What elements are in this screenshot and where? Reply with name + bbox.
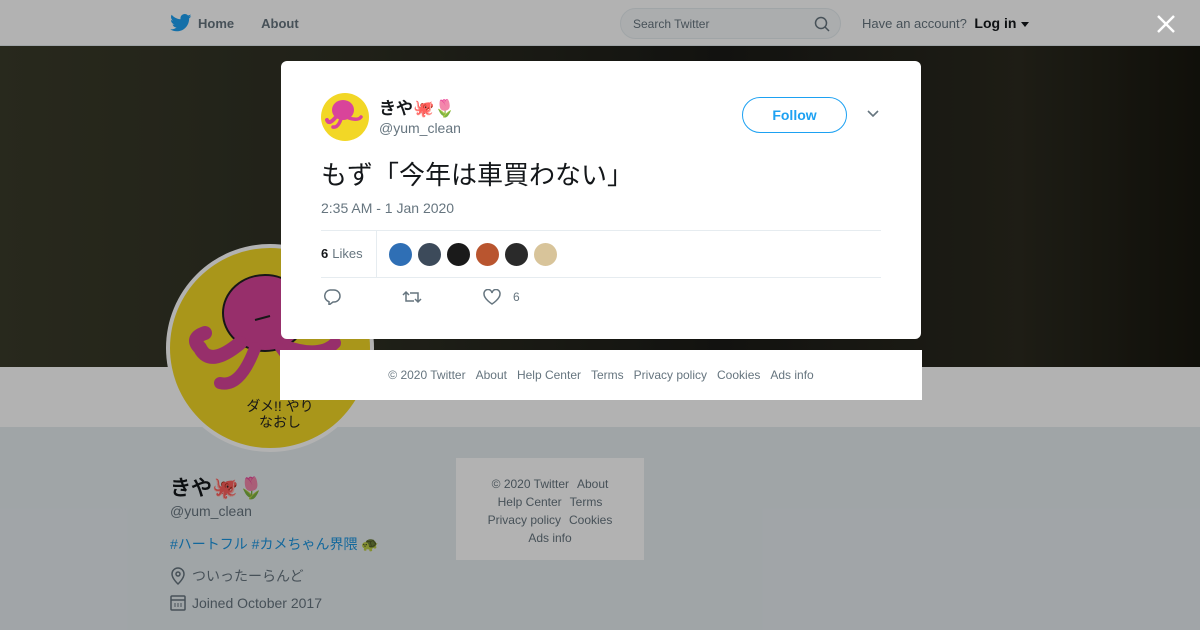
liker-avatar[interactable] [446, 242, 471, 267]
likes-label: Likes [332, 246, 363, 261]
retweet-icon [402, 290, 422, 304]
octopus-avatar-small [325, 100, 363, 129]
chevron-down-icon[interactable] [866, 109, 880, 119]
tweet-text: もず「今年は車買わない」 [321, 160, 634, 190]
tweet-author-name[interactable]: きや🐙🌷 [379, 94, 455, 119]
modal-footer-ads[interactable]: Ads info [770, 368, 813, 382]
heart-icon [483, 289, 501, 305]
liker-avatar[interactable] [504, 242, 529, 267]
tweet-stats: 6 Likes [321, 230, 881, 278]
modal-footer-privacy[interactable]: Privacy policy [634, 368, 707, 382]
modal-footer: © 2020 Twitter About Help Center Terms P… [280, 350, 922, 400]
reply-icon [323, 289, 341, 305]
tweet-modal: きや🐙🌷 @yum_clean Follow もず「今年は車買わない」 2:35… [281, 61, 921, 339]
tweet-actions: 6 [321, 289, 621, 309]
like-count: 6 [513, 290, 520, 304]
modal-footer-about[interactable]: About [476, 368, 507, 382]
modal-footer-terms[interactable]: Terms [591, 368, 624, 382]
modal-footer-cookies[interactable]: Cookies [717, 368, 760, 382]
liker-avatar[interactable] [475, 242, 500, 267]
close-icon[interactable] [1156, 14, 1176, 34]
reply-button[interactable] [323, 289, 341, 305]
like-button[interactable]: 6 [483, 289, 520, 305]
retweet-button[interactable] [402, 289, 422, 305]
tweet-timestamp[interactable]: 2:35 AM - 1 Jan 2020 [321, 200, 454, 216]
modal-footer-copyright: © 2020 Twitter [388, 368, 466, 382]
modal-footer-help[interactable]: Help Center [517, 368, 581, 382]
tweet-avatar[interactable] [321, 93, 369, 141]
tweet-author-handle[interactable]: @yum_clean [379, 120, 461, 136]
likes-count: 6 [321, 246, 329, 261]
likes-stat[interactable]: 6 Likes [321, 246, 363, 261]
liker-avatar[interactable] [533, 242, 558, 267]
stats-divider [376, 231, 377, 277]
follow-button[interactable]: Follow [742, 97, 847, 133]
liker-avatar[interactable] [417, 242, 442, 267]
liker-avatar[interactable] [388, 242, 413, 267]
